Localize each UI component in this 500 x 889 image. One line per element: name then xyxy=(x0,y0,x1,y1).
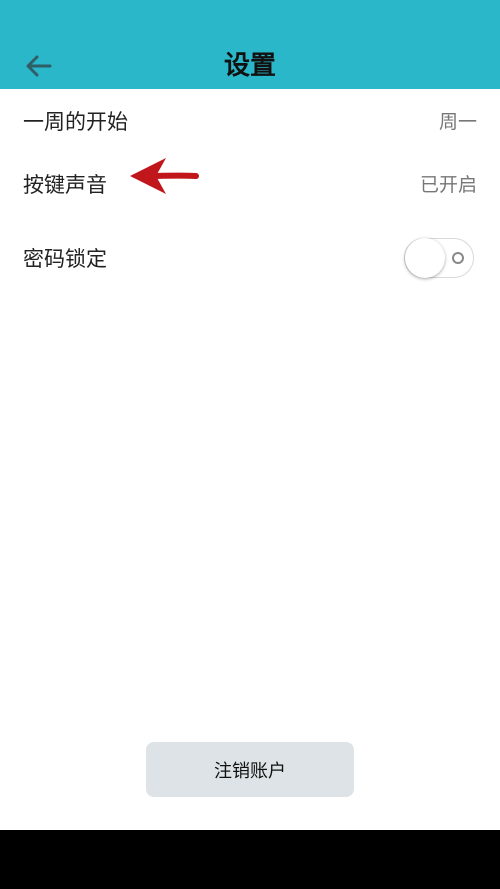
setting-row-week-start[interactable]: 一周的开始 周一 xyxy=(0,107,500,137)
toggle-knob xyxy=(405,238,445,278)
password-lock-label: 密码锁定 xyxy=(23,247,107,271)
page-title: 设置 xyxy=(223,51,276,81)
setting-row-password-lock: 密码锁定 xyxy=(0,238,500,278)
week-start-label: 一周的开始 xyxy=(23,110,128,134)
app-bar: 设置 xyxy=(0,0,500,89)
logout-button[interactable]: 注销账户 xyxy=(146,742,354,797)
setting-row-key-sound[interactable]: 按键声音 已开启 xyxy=(0,170,500,200)
key-sound-label: 按键声音 xyxy=(23,173,107,197)
password-lock-toggle[interactable] xyxy=(404,238,474,278)
key-sound-value: 已开启 xyxy=(419,174,477,196)
system-nav-bar xyxy=(0,830,500,889)
toggle-off-icon xyxy=(452,252,464,264)
red-arrow-left-icon xyxy=(130,158,199,194)
week-start-value: 周一 xyxy=(438,111,477,133)
settings-screen: 设置 一周的开始 周一 按键声音 已开启 密码锁定 注销账户 xyxy=(0,0,500,889)
